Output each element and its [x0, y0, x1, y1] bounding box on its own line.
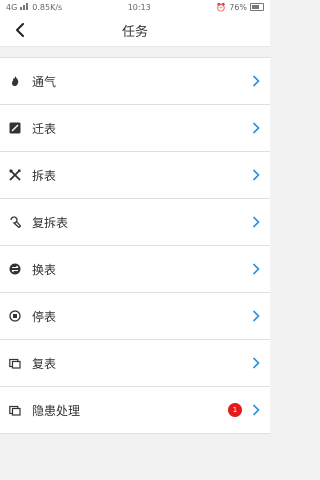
- alarm-icon: ⏰: [216, 2, 227, 12]
- task-label: 复表: [32, 356, 57, 371]
- task-item-ventilation[interactable]: 通气: [0, 58, 270, 105]
- back-button[interactable]: [8, 14, 32, 46]
- chevron-right-icon: [250, 169, 262, 181]
- task-label: 隐患处理: [32, 403, 81, 418]
- stop-icon: [8, 309, 22, 323]
- task-item-hazard-handling[interactable]: 隐患处理 1: [0, 387, 270, 434]
- status-bar: 4G 0.85K/s 10:13 ⏰ 76%: [0, 0, 270, 14]
- copy-icon: [8, 403, 22, 417]
- task-list: 通气 迁表 拆表 复拆表 换表 停表 复表 隐患处理 1: [0, 57, 270, 434]
- wrench-icon: [8, 215, 22, 229]
- status-left: 4G 0.85K/s: [6, 2, 63, 12]
- tools-icon: [8, 168, 22, 182]
- battery-percent: 76%: [229, 2, 247, 12]
- task-item-redo-removal[interactable]: 复拆表: [0, 199, 270, 246]
- chevron-right-icon: [250, 357, 262, 369]
- count-badge: 1: [228, 403, 242, 417]
- task-item-remove-meter[interactable]: 拆表: [0, 152, 270, 199]
- copy-icon: [8, 356, 22, 370]
- flame-icon: [8, 74, 22, 88]
- header: 任务: [0, 14, 270, 47]
- signal-text: 4G: [6, 2, 18, 12]
- task-item-relocate-meter[interactable]: 迁表: [0, 105, 270, 152]
- task-item-replace-meter[interactable]: 换表: [0, 246, 270, 293]
- edit-square-icon: [8, 121, 22, 135]
- signal-bars-icon: [20, 2, 29, 12]
- task-label: 复拆表: [32, 215, 69, 230]
- swap-icon: [8, 262, 22, 276]
- chevron-right-icon: [250, 310, 262, 322]
- chevron-right-icon: [250, 75, 262, 87]
- task-item-restore-meter[interactable]: 复表: [0, 340, 270, 387]
- task-label: 停表: [32, 309, 57, 324]
- page-title: 任务: [121, 24, 148, 40]
- task-label: 迁表: [32, 121, 57, 136]
- task-label: 通气: [32, 74, 57, 89]
- chevron-right-icon: [250, 263, 262, 275]
- chevron-left-icon: [16, 23, 24, 37]
- task-label: 拆表: [32, 168, 57, 183]
- status-right: ⏰ 76%: [216, 3, 264, 12]
- network-speed: 0.85K/s: [32, 2, 63, 12]
- battery-icon: [250, 3, 264, 11]
- chevron-right-icon: [250, 404, 262, 416]
- task-item-stop-meter[interactable]: 停表: [0, 293, 270, 340]
- status-time: 10:13: [127, 2, 151, 12]
- task-label: 换表: [32, 262, 57, 277]
- chevron-right-icon: [250, 216, 262, 228]
- chevron-right-icon: [250, 122, 262, 134]
